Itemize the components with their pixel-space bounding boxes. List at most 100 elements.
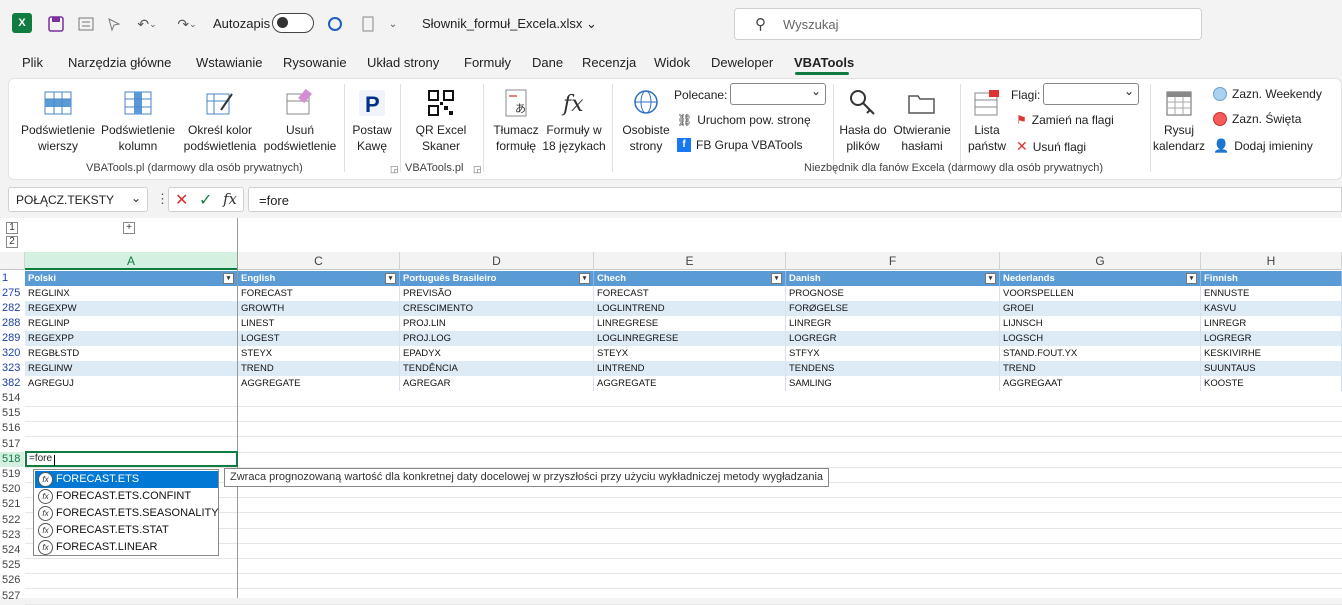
dialog-launcher-icon[interactable]: ◲: [390, 164, 399, 175]
row-header[interactable]: 527: [0, 589, 24, 604]
filter-dropdown-icon[interactable]: ▾: [579, 273, 590, 284]
autocomplete-item[interactable]: fx FORECAST.ETS.SEASONALITY: [35, 505, 219, 522]
table-cell[interactable]: LOGEST: [238, 331, 400, 346]
flags-select[interactable]: [1043, 83, 1139, 105]
table-cell[interactable]: REGLINW: [25, 361, 238, 376]
redo-icon[interactable]: ↷ ⌄: [172, 14, 202, 34]
row-header[interactable]: 1: [0, 271, 24, 286]
row-header[interactable]: 523: [0, 528, 24, 543]
column-header-h[interactable]: H: [1201, 252, 1342, 270]
table-cell[interactable]: FORECAST: [238, 286, 400, 301]
row-header[interactable]: 517: [0, 437, 24, 452]
table-cell[interactable]: KASVU: [1201, 301, 1342, 316]
table-cell[interactable]: CRESCIMENTO: [400, 301, 594, 316]
table-cell[interactable]: STEYX: [594, 346, 786, 361]
filter-dropdown-icon[interactable]: ▾: [985, 273, 996, 284]
filter-dropdown-icon[interactable]: ▾: [771, 273, 782, 284]
table-cell[interactable]: LOGREGR: [1201, 331, 1342, 346]
row-header[interactable]: 320: [0, 346, 24, 361]
mark-holidays-button[interactable]: Zazn. Święta: [1213, 112, 1301, 126]
table-header-cell[interactable]: Danish ▾: [786, 271, 1000, 286]
autosave-toggle[interactable]: [272, 13, 314, 33]
row-header[interactable]: 520: [0, 482, 24, 497]
tab-developer[interactable]: Deweloper: [711, 55, 773, 70]
autocomplete-item[interactable]: fx FORECAST.LINEAR: [35, 539, 218, 556]
row-header[interactable]: 525: [0, 558, 24, 573]
active-cell-a518[interactable]: =fore: [25, 451, 238, 467]
dialog-launcher-icon[interactable]: ◲: [473, 164, 482, 175]
qr-scanner-button[interactable]: QR Excel Skaner: [410, 88, 472, 154]
personal-pages-button[interactable]: Osobiste strony: [618, 88, 674, 154]
row-header[interactable]: 518: [0, 451, 24, 467]
table-cell[interactable]: EPADYX: [400, 346, 594, 361]
table-cell[interactable]: LINEST: [238, 316, 400, 331]
table-cell[interactable]: AGREGUJ: [25, 376, 238, 391]
column-header-d[interactable]: D: [400, 252, 594, 270]
table-cell[interactable]: AGGREGAAT: [1000, 376, 1201, 391]
autocomplete-item[interactable]: fx FORECAST.ETS.STAT: [35, 522, 218, 539]
tab-formulas[interactable]: Formuły: [464, 55, 511, 70]
table-cell[interactable]: LINTREND: [594, 361, 786, 376]
select-all-corner[interactable]: [0, 252, 25, 270]
expand-columns-icon[interactable]: +: [123, 222, 135, 234]
page-setup-icon[interactable]: [358, 14, 378, 34]
row-header[interactable]: 516: [0, 421, 24, 436]
table-cell[interactable]: LINREGR: [1201, 316, 1342, 331]
name-box[interactable]: POŁĄCZ.TEKSTY ⌄: [8, 187, 148, 212]
autocomplete-item[interactable]: fx FORECAST.ETS.CONFINT: [35, 488, 218, 505]
table-cell[interactable]: AGGREGATE: [238, 376, 400, 391]
row-header[interactable]: 323: [0, 361, 24, 376]
filter-active-icon[interactable]: ▾: [223, 273, 234, 284]
enter-icon[interactable]: ✓: [199, 190, 212, 210]
table-cell[interactable]: PROGNOSE: [786, 286, 1000, 301]
highlight-color-button[interactable]: Określ kolor podświetlenia: [180, 88, 260, 154]
outline-level-2-button[interactable]: 2: [6, 236, 18, 248]
table-cell[interactable]: LINREGRESE: [594, 316, 786, 331]
table-cell[interactable]: REGLINX: [25, 286, 238, 301]
table-cell[interactable]: LOGLINREGRESE: [594, 331, 786, 346]
row-header[interactable]: 515: [0, 406, 24, 421]
tab-insert[interactable]: Wstawianie: [196, 55, 262, 70]
column-header-f[interactable]: F: [786, 252, 1000, 270]
table-cell[interactable]: TREND: [1000, 361, 1201, 376]
column-header-e[interactable]: E: [594, 252, 786, 270]
table-cell[interactable]: VOORSPELLEN: [1000, 286, 1201, 301]
customize-toolbar-icon[interactable]: ⌄: [386, 14, 400, 34]
row-header[interactable]: 282: [0, 301, 24, 316]
table-cell[interactable]: FORECAST: [594, 286, 786, 301]
add-namedays-button[interactable]: 👤 Dodaj imieniny: [1213, 138, 1313, 154]
table-header-cell[interactable]: Finnish: [1201, 271, 1342, 286]
row-header[interactable]: 524: [0, 543, 24, 558]
table-cell[interactable]: REGEXPP: [25, 331, 238, 346]
formula-input[interactable]: =fore: [248, 187, 1342, 212]
save-icon[interactable]: [46, 14, 66, 34]
row-header[interactable]: 519: [0, 467, 24, 482]
column-header-a[interactable]: A: [25, 252, 238, 270]
table-cell[interactable]: REGBŁSTD: [25, 346, 238, 361]
table-cell[interactable]: PREVISÃO: [400, 286, 594, 301]
tab-draw[interactable]: Rysowanie: [283, 55, 347, 70]
table-cell[interactable]: LOGREGR: [786, 331, 1000, 346]
run-page-button[interactable]: ⛓ Uruchom pow. stronę: [677, 113, 811, 127]
undo-icon[interactable]: ↶ ⌄: [132, 14, 162, 34]
table-cell[interactable]: FORØGELSE: [786, 301, 1000, 316]
tab-data[interactable]: Dane: [532, 55, 563, 70]
table-cell[interactable]: REGLINP: [25, 316, 238, 331]
table-cell[interactable]: KOOSTE: [1201, 376, 1342, 391]
recommended-select[interactable]: [730, 83, 826, 105]
filter-dropdown-icon[interactable]: ▾: [385, 273, 396, 284]
table-cell[interactable]: LOGSCH: [1000, 331, 1201, 346]
row-header[interactable]: 522: [0, 513, 24, 528]
tab-page-layout[interactable]: Układ strony: [367, 55, 439, 70]
table-cell[interactable]: LIJNSCH: [1000, 316, 1201, 331]
row-header[interactable]: 289: [0, 331, 24, 346]
insert-function-icon[interactable]: fx: [223, 190, 237, 208]
fb-group-button[interactable]: f FB Grupa VBATools: [677, 138, 803, 152]
table-cell[interactable]: STFYX: [786, 346, 1000, 361]
row-header[interactable]: 514: [0, 391, 24, 406]
remove-highlight-button[interactable]: Usuń podświetlenie: [260, 88, 340, 154]
column-header-g[interactable]: G: [1000, 252, 1201, 270]
filter-dropdown-icon[interactable]: ▾: [1186, 273, 1197, 284]
table-header-cell[interactable]: Polski ▾: [25, 271, 238, 286]
table-cell[interactable]: KESKIVIRHE: [1201, 346, 1342, 361]
